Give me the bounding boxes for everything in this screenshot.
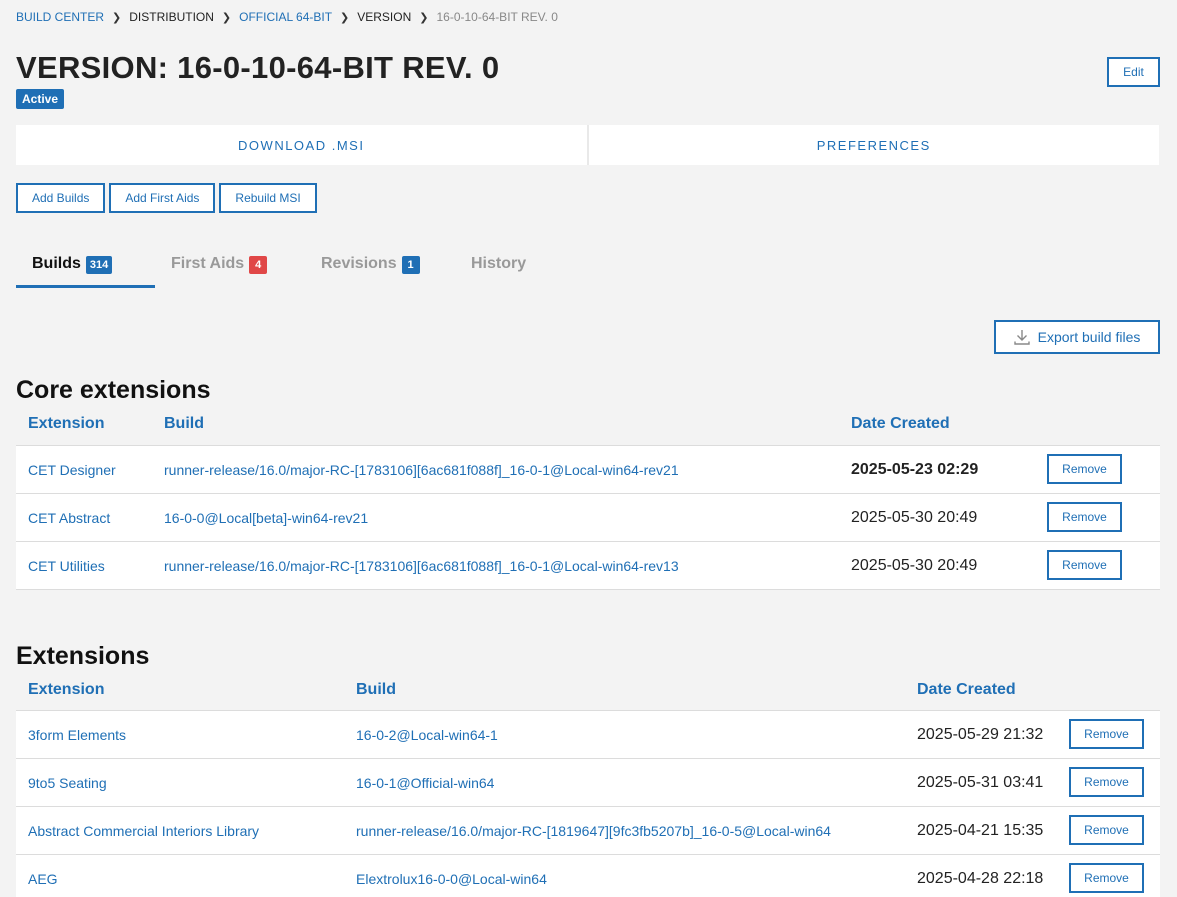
chevron-right-icon: ❯ — [419, 11, 429, 24]
table-row: CET Abstract 16-0-0@Local[beta]-win64-re… — [16, 494, 1160, 542]
date-created: 2025-04-28 22:18 — [917, 869, 1044, 887]
breadcrumb: BUILD CENTER ❯ DISTRIBUTION ❯ OFFICIAL 6… — [16, 9, 558, 25]
tab-count-badge: 314 — [85, 256, 113, 274]
table-row: Abstract Commercial Interiors Library ru… — [16, 807, 1160, 855]
column-header-build[interactable]: Build — [356, 681, 396, 699]
remove-button[interactable]: Remove — [1069, 719, 1144, 749]
edit-button[interactable]: Edit — [1107, 57, 1160, 87]
build-link[interactable]: 16-0-0@Local[beta]-win64-rev21 — [164, 494, 368, 541]
extension-link[interactable]: AEG — [28, 855, 58, 897]
table-row: CET Utilities runner-release/16.0/major-… — [16, 542, 1160, 590]
remove-button[interactable]: Remove — [1069, 815, 1144, 845]
table-row: AEG Elextrolux16-0-0@Local-win64 2025-04… — [16, 855, 1160, 897]
tab-bar: Builds 314 First Aids 4 Revisions 1 Hist… — [16, 248, 576, 288]
date-created: 2025-05-23 02:29 — [851, 460, 979, 478]
date-created: 2025-05-29 21:32 — [917, 725, 1044, 743]
preferences-button[interactable]: PREFERENCES — [589, 125, 1160, 165]
extension-link[interactable]: CET Abstract — [28, 494, 110, 541]
rebuild-msi-button[interactable]: Rebuild MSI — [219, 183, 317, 213]
table-row: CET Designer runner-release/16.0/major-R… — [16, 446, 1160, 494]
chevron-right-icon: ❯ — [221, 11, 232, 24]
column-header-extension[interactable]: Extension — [28, 681, 104, 699]
column-header-date[interactable]: Date Created — [851, 415, 950, 433]
export-build-files-button[interactable]: Export build files — [994, 320, 1160, 354]
remove-button[interactable]: Remove — [1069, 863, 1144, 893]
breadcrumb-distribution: DISTRIBUTION — [129, 10, 214, 24]
core-extensions-table: Extension Build Date Created CET Designe… — [16, 410, 1160, 590]
chevron-right-icon: ❯ — [340, 11, 350, 24]
date-created: 2025-05-30 20:49 — [851, 556, 978, 574]
build-link[interactable]: Elextrolux16-0-0@Local-win64 — [356, 855, 547, 897]
tab-count-badge: 1 — [401, 256, 420, 274]
tab-first-aids[interactable]: First Aids 4 — [171, 248, 268, 288]
table-row: 3form Elements 16-0-2@Local-win64-1 2025… — [16, 711, 1160, 759]
extensions-table: Extension Build Date Created 3form Eleme… — [16, 676, 1160, 897]
tab-label: History — [471, 255, 527, 272]
extension-link[interactable]: 3form Elements — [28, 711, 126, 758]
table-header: Extension Build Date Created — [16, 410, 1160, 446]
tab-label: Builds — [32, 255, 81, 272]
date-created: 2025-05-30 20:49 — [851, 508, 978, 526]
button-row: Add Builds Add First Aids Rebuild MSI — [16, 183, 317, 213]
breadcrumb-current: 16-0-10-64-BIT REV. 0 — [436, 10, 558, 24]
breadcrumb-version: VERSION — [357, 10, 412, 24]
remove-button[interactable]: Remove — [1047, 454, 1122, 484]
table-row: 9to5 Seating 16-0-1@Official-win64 2025-… — [16, 759, 1160, 807]
page-title: VERSION: 16-0-10-64-BIT REV. 0 — [16, 50, 500, 85]
action-bar: DOWNLOAD .MSI PREFERENCES — [16, 125, 1159, 165]
download-msi-button[interactable]: DOWNLOAD .MSI — [16, 125, 587, 165]
date-created: 2025-04-21 15:35 — [917, 821, 1044, 839]
extension-link[interactable]: CET Designer — [28, 446, 116, 493]
active-tab-indicator — [16, 285, 155, 288]
breadcrumb-official-64-bit[interactable]: OFFICIAL 64-BIT — [239, 10, 332, 24]
table-header: Extension Build Date Created — [16, 676, 1160, 711]
extension-link[interactable]: 9to5 Seating — [28, 759, 107, 806]
build-link[interactable]: 16-0-1@Official-win64 — [356, 759, 494, 806]
export-label: Export build files — [1037, 329, 1141, 345]
build-link[interactable]: runner-release/16.0/major-RC-[1783106][6… — [164, 542, 679, 589]
tab-count-badge: 4 — [249, 256, 268, 274]
breadcrumb-build-center[interactable]: BUILD CENTER — [16, 10, 104, 24]
extension-link[interactable]: Abstract Commercial Interiors Library — [28, 807, 259, 854]
tab-builds[interactable]: Builds 314 — [32, 248, 113, 288]
tab-history[interactable]: History — [471, 248, 526, 288]
download-icon — [1013, 330, 1030, 345]
extension-link[interactable]: CET Utilities — [28, 542, 105, 589]
tab-revisions[interactable]: Revisions 1 — [321, 248, 420, 288]
core-extensions-title: Core extensions — [16, 376, 211, 404]
chevron-right-icon: ❯ — [112, 11, 122, 24]
add-first-aids-button[interactable]: Add First Aids — [109, 183, 216, 213]
build-link[interactable]: runner-release/16.0/major-RC-[1819647][9… — [356, 807, 831, 854]
tab-label: Revisions — [321, 255, 397, 272]
column-header-extension[interactable]: Extension — [28, 415, 104, 433]
remove-button[interactable]: Remove — [1047, 502, 1122, 532]
remove-button[interactable]: Remove — [1047, 550, 1122, 580]
column-header-date[interactable]: Date Created — [917, 681, 1016, 699]
extensions-title: Extensions — [16, 642, 150, 670]
tab-label: First Aids — [171, 255, 245, 272]
date-created: 2025-05-31 03:41 — [917, 773, 1044, 791]
build-link[interactable]: 16-0-2@Local-win64-1 — [356, 711, 498, 758]
build-link[interactable]: runner-release/16.0/major-RC-[1783106][6… — [164, 446, 679, 493]
column-header-build[interactable]: Build — [164, 415, 204, 433]
add-builds-button[interactable]: Add Builds — [16, 183, 106, 213]
remove-button[interactable]: Remove — [1069, 767, 1144, 797]
status-badge: Active — [16, 89, 65, 109]
